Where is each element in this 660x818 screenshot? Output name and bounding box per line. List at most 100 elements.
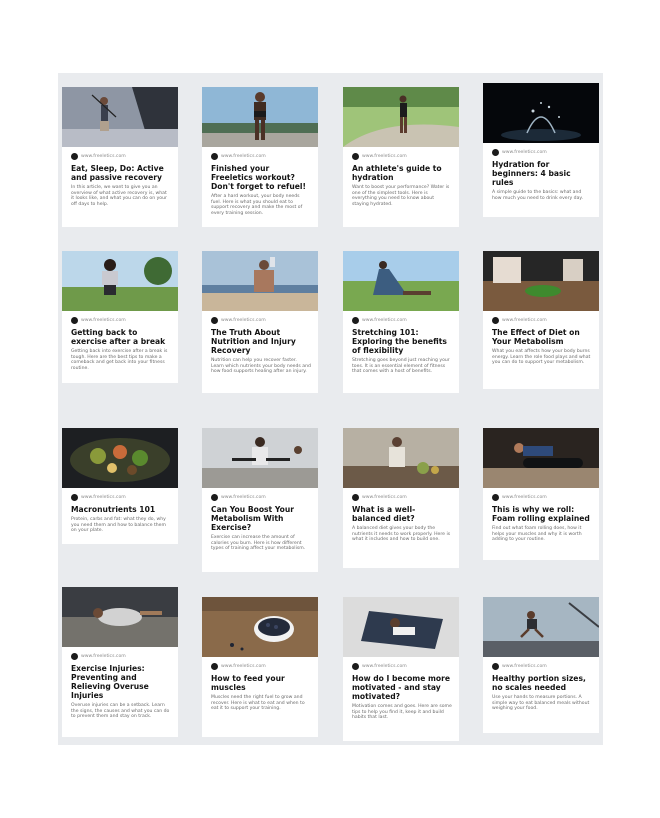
source-row: www.freeletics.com <box>492 493 592 502</box>
source-row: www.freeletics.com <box>211 493 311 502</box>
source-label: www.freeletics.com <box>362 495 407 500</box>
article-description: Find out what foam rolling does, how it … <box>492 526 582 543</box>
article-description: Motivation comes and goes. Here are some… <box>352 704 452 721</box>
article-description: After a hard workout, your body needs fu… <box>211 194 303 216</box>
source-label: www.freeletics.com <box>502 664 547 669</box>
article-thumbnail[interactable] <box>202 251 318 311</box>
source-row: www.freeletics.com <box>211 152 311 161</box>
source-label: www.freeletics.com <box>81 154 126 159</box>
freeletics-logo-icon <box>211 317 218 324</box>
article-thumbnail[interactable] <box>62 87 178 147</box>
article-description: Exercise can increase the amount of calo… <box>211 535 306 552</box>
article-card[interactable]: www.freeletics.com This is why we roll: … <box>483 428 599 560</box>
article-card[interactable]: www.freeletics.com Exercise Injuries: Pr… <box>62 587 178 737</box>
article-card[interactable]: www.freeletics.com What is a well-balanc… <box>343 428 459 568</box>
article-title[interactable]: Exercise Injuries: Preventing and Reliev… <box>71 664 171 700</box>
article-card[interactable]: www.freeletics.com How do I become more … <box>343 597 459 741</box>
article-description: Nutrition can help you recover faster. L… <box>211 358 311 375</box>
source-label: www.freeletics.com <box>362 154 407 159</box>
article-card[interactable]: www.freeletics.com Finished your Freelet… <box>202 87 318 227</box>
freeletics-logo-icon <box>211 663 218 670</box>
article-title[interactable]: An athlete's guide to hydration <box>352 164 452 182</box>
freeletics-logo-icon <box>211 153 218 160</box>
source-row: www.freeletics.com <box>71 152 171 161</box>
article-title[interactable]: The Effect of Diet on Your Metabolism <box>492 328 592 346</box>
article-thumbnail[interactable] <box>343 251 459 311</box>
article-title[interactable]: Stretching 101: Exploring the benefits o… <box>352 328 452 355</box>
source-label: www.freeletics.com <box>81 654 126 659</box>
article-title[interactable]: Finished your Freeletics workout? Don't … <box>211 164 311 191</box>
article-card[interactable]: www.freeletics.com Healthy portion sizes… <box>483 597 599 733</box>
article-card[interactable]: www.freeletics.com Can You Boost Your Me… <box>202 428 318 572</box>
article-title[interactable]: Healthy portion sizes, no scales needed <box>492 674 592 692</box>
article-card[interactable]: www.freeletics.com The Effect of Diet on… <box>483 251 599 389</box>
source-row: www.freeletics.com <box>352 316 452 325</box>
source-row: www.freeletics.com <box>492 662 592 671</box>
article-thumbnail[interactable] <box>343 428 459 488</box>
article-thumbnail[interactable] <box>483 251 599 311</box>
source-label: www.freeletics.com <box>221 154 266 159</box>
article-grid: www.freeletics.com Eat, Sleep, Do: Activ… <box>58 73 603 745</box>
article-title[interactable]: The Truth About Nutrition and Injury Rec… <box>211 328 311 355</box>
article-title[interactable]: This is why we roll: Foam rolling explai… <box>492 505 592 523</box>
source-row: www.freeletics.com <box>352 662 452 671</box>
article-description: Getting back into exercise after a break… <box>71 349 168 371</box>
article-title[interactable]: Can You Boost Your Metabolism With Exerc… <box>211 505 311 532</box>
source-label: www.freeletics.com <box>502 150 547 155</box>
article-title[interactable]: Hydration for beginners: 4 basic rules <box>492 160 592 187</box>
source-row: www.freeletics.com <box>352 152 452 161</box>
article-card[interactable]: www.freeletics.com Hydration for beginne… <box>483 83 599 217</box>
source-label: www.freeletics.com <box>502 495 547 500</box>
freeletics-logo-icon <box>71 653 78 660</box>
freeletics-logo-icon <box>352 494 359 501</box>
freeletics-logo-icon <box>211 494 218 501</box>
source-label: www.freeletics.com <box>221 664 266 669</box>
article-card[interactable]: www.freeletics.com How to feed your musc… <box>202 597 318 737</box>
article-title[interactable]: Macronutrients 101 <box>71 505 171 514</box>
source-label: www.freeletics.com <box>221 318 266 323</box>
article-description: A simple guide to the basics: what and h… <box>492 190 583 201</box>
article-card[interactable]: www.freeletics.com The Truth About Nutri… <box>202 251 318 393</box>
article-thumbnail[interactable] <box>202 428 318 488</box>
article-description: Use your hands to measure portions. A si… <box>492 695 590 712</box>
article-thumbnail[interactable] <box>62 428 178 488</box>
article-thumbnail[interactable] <box>483 83 599 143</box>
freeletics-logo-icon <box>492 317 499 324</box>
article-thumbnail[interactable] <box>202 597 318 657</box>
article-card[interactable]: www.freeletics.com Eat, Sleep, Do: Activ… <box>62 87 178 227</box>
article-description: What you eat affects how your body burns… <box>492 349 591 366</box>
freeletics-logo-icon <box>492 149 499 156</box>
source-row: www.freeletics.com <box>352 493 452 502</box>
source-row: www.freeletics.com <box>492 316 592 325</box>
article-thumbnail[interactable] <box>343 87 459 147</box>
article-card[interactable]: www.freeletics.com An athlete's guide to… <box>343 87 459 227</box>
freeletics-logo-icon <box>71 153 78 160</box>
source-row: www.freeletics.com <box>211 316 311 325</box>
article-thumbnail[interactable] <box>202 87 318 147</box>
source-label: www.freeletics.com <box>81 495 126 500</box>
source-label: www.freeletics.com <box>362 318 407 323</box>
article-card[interactable]: www.freeletics.com Stretching 101: Explo… <box>343 251 459 393</box>
article-description: Want to boost your performance? Water is… <box>352 185 450 207</box>
article-title[interactable]: How to feed your muscles <box>211 674 311 692</box>
article-thumbnail[interactable] <box>483 597 599 657</box>
article-card[interactable]: www.freeletics.com Macronutrients 101 Pr… <box>62 428 178 544</box>
article-title[interactable]: Getting back to exercise after a break <box>71 328 171 346</box>
article-thumbnail[interactable] <box>343 597 459 657</box>
article-title[interactable]: What is a well-balanced diet? <box>352 505 452 523</box>
freeletics-logo-icon <box>352 663 359 670</box>
article-title[interactable]: Eat, Sleep, Do: Active and passive recov… <box>71 164 171 182</box>
article-description: In this article, we want to give you an … <box>71 185 167 207</box>
source-label: www.freeletics.com <box>362 664 407 669</box>
article-title[interactable]: How do I become more motivated - and sta… <box>352 674 452 701</box>
article-card[interactable]: www.freeletics.com Getting back to exerc… <box>62 251 178 383</box>
article-thumbnail[interactable] <box>483 428 599 488</box>
source-row: www.freeletics.com <box>211 662 311 671</box>
freeletics-logo-icon <box>492 663 499 670</box>
article-description: Overuse injuries can be a setback. Learn… <box>71 703 170 720</box>
article-thumbnail[interactable] <box>62 587 178 647</box>
freeletics-logo-icon <box>71 494 78 501</box>
article-thumbnail[interactable] <box>62 251 178 311</box>
article-description: Stretching goes beyond just reaching you… <box>352 358 450 375</box>
freeletics-logo-icon <box>492 494 499 501</box>
